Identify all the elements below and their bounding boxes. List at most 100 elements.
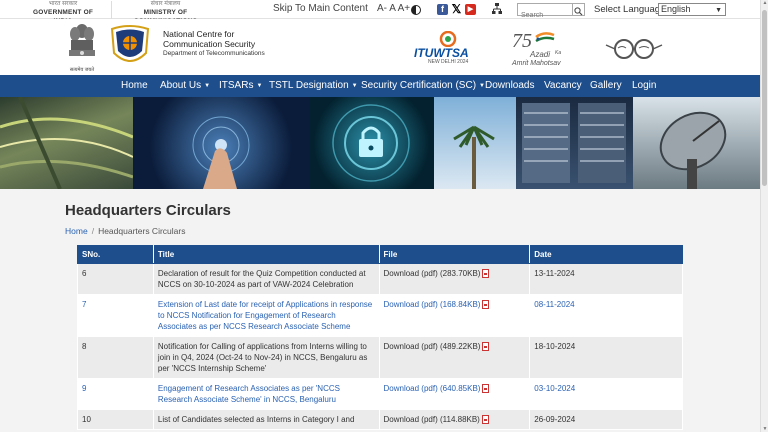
digital-touch-image — [192, 116, 250, 189]
itu-wtsa-text: ITUWTSA — [414, 46, 469, 60]
satellite-dish-image — [659, 111, 727, 189]
emblem-caption: सत्यमेव जयते — [69, 67, 95, 73]
breadcrumb-current: Headquarters Circulars — [98, 226, 186, 236]
nav-vacancy[interactable]: Vacancy — [544, 80, 582, 91]
scroll-down-icon[interactable]: ▼ — [762, 426, 768, 432]
download-link[interactable]: Download (pdf) (283.70KB) — [384, 269, 481, 278]
table-row: 6 Declaration of result for the Quiz Com… — [77, 263, 683, 295]
scroll-up-icon[interactable]: ▲ — [762, 0, 768, 6]
banner-panel-touch-finger — [133, 97, 309, 189]
nav-gallery[interactable]: Gallery — [590, 80, 622, 91]
cell-sno: 8 — [77, 336, 154, 379]
facebook-icon[interactable]: f — [437, 4, 448, 15]
svg-text:75: 75 — [512, 30, 532, 51]
itu-wtsa-logo[interactable]: ITUWTSA NEW DELHI 2024 — [414, 30, 480, 65]
banner-panel-server-rack — [516, 97, 633, 189]
nccs-logo[interactable] — [108, 23, 152, 71]
top-utility-bar: भारत सरकार GOVERNMENT OF INDIA संचार मंत… — [0, 0, 760, 26]
x-twitter-icon[interactable]: 𝕏 — [451, 3, 462, 15]
table-row: 9 Engagement of Research Associates as p… — [77, 378, 683, 410]
nav-home-label: Home — [121, 80, 148, 91]
ministry-hindi: संचार मंत्रालय — [150, 1, 181, 7]
pdf-icon — [482, 269, 490, 278]
hero-banner — [0, 97, 760, 189]
banner-panel-telecom-tower — [434, 97, 516, 189]
pdf-icon — [481, 415, 489, 424]
itu-wtsa-subtext: NEW DELHI 2024 — [428, 59, 469, 65]
nav-login-label: Login — [632, 80, 657, 91]
itu-wheel-icon — [439, 30, 457, 48]
cell-date: 18-10-2024 — [529, 336, 683, 379]
org-line-2: Communication Security — [163, 39, 256, 49]
server-rack-image — [522, 103, 626, 183]
breadcrumb-home-link[interactable]: Home — [65, 226, 88, 236]
download-link[interactable]: Download (pdf) (168.84KB) — [384, 300, 481, 309]
nav-gallery-label: Gallery — [590, 80, 622, 91]
banner-panel-security-lock — [309, 97, 434, 189]
circulars-table: SNo. Title File Date 6 Declaration of re… — [77, 245, 683, 430]
download-link[interactable]: Download (pdf) (640.85KB) — [384, 384, 481, 393]
search-button[interactable] — [572, 4, 584, 16]
cell-title: Declaration of result for the Quiz Compe… — [152, 263, 380, 295]
nav-itsars-label: ITSARs — [219, 80, 254, 91]
language-label: Select Language: — [594, 4, 668, 15]
contrast-icon[interactable] — [411, 5, 421, 15]
ka-text: Ka — [555, 50, 562, 56]
pdf-icon — [482, 300, 490, 309]
org-department: Department of Telecommunications — [163, 50, 265, 57]
nav-downloads-label: Downloads — [485, 80, 535, 91]
azadi-text: Azadi — [530, 50, 551, 59]
page-scrollbar[interactable]: ▲ ▼ — [760, 0, 768, 432]
swachh-bharat-logo[interactable] — [604, 35, 664, 63]
skip-to-main-link[interactable]: Skip To Main Content — [273, 3, 368, 14]
caret-down-icon: ▼ — [204, 83, 211, 89]
page-title: Headquarters Circulars — [65, 202, 231, 219]
amrit-mahotsav-text: Amrit Mahotsav — [512, 60, 561, 67]
table-row: 10 List of Candidates selected as Intern… — [77, 409, 683, 430]
banner-panel-satellite-dish — [633, 97, 760, 189]
search-icon — [574, 7, 583, 16]
cell-sno: 7 — [77, 294, 154, 337]
cell-title: Extension of Last date for receipt of Ap… — [152, 294, 380, 337]
column-header-file: File — [378, 245, 531, 264]
ashoka-emblem-icon — [69, 24, 95, 56]
column-header-date: Date — [529, 245, 683, 264]
banner-panel-network-cables — [0, 97, 133, 189]
site-header: सत्यमेव जयते National Centre for Communi… — [0, 19, 760, 75]
pdf-icon — [482, 342, 490, 351]
cell-date: 03-10-2024 — [529, 378, 683, 410]
nav-vacancy-label: Vacancy — [544, 80, 582, 91]
org-line-1: National Centre for — [163, 29, 235, 39]
nav-login[interactable]: Login — [632, 80, 656, 91]
column-header-sno: SNo. — [77, 245, 154, 264]
azadi-ka-amrit-mahotsav-logo[interactable]: 75 Azadi Ka Amrit Mahotsav — [510, 29, 572, 69]
table-header-row: SNo. Title File Date — [77, 245, 683, 264]
nav-downloads[interactable]: Downloads — [485, 80, 534, 91]
breadcrumb-separator: / — [91, 226, 95, 236]
organisation-name: National Centre for Communication Securi… — [163, 29, 265, 57]
sitemap-icon[interactable] — [492, 3, 502, 15]
nav-home[interactable]: Home — [121, 80, 148, 91]
national-emblem[interactable]: सत्यमेव जयते — [64, 21, 100, 73]
cell-title: Notification for Calling of applications… — [152, 336, 380, 379]
cell-file: Download (pdf) (168.84KB) — [378, 294, 531, 337]
cell-date: 08-11-2024 — [529, 294, 683, 337]
main-navigation: Home About Us ▼ ITSARs ▼ TSTL Designation ▼… — [0, 75, 760, 97]
youtube-icon[interactable]: ▶ — [465, 4, 476, 15]
font-size-controls[interactable]: A- A A+ — [377, 3, 410, 14]
caret-down-icon: ▼ — [256, 83, 263, 89]
cell-sno: 9 — [77, 378, 154, 410]
nav-about-us[interactable]: About Us ▼ — [160, 80, 210, 91]
breadcrumb: Home / Headquarters Circulars — [65, 226, 185, 236]
cell-sno: 10 — [77, 409, 154, 430]
download-link[interactable]: Download (pdf) (489.22KB) — [384, 342, 481, 351]
nav-tstl-designation[interactable]: TSTL Designation ▼ — [269, 80, 358, 91]
nav-security-certification[interactable]: Security Certification (SC) ▼ — [361, 80, 485, 91]
language-selected-value: English — [661, 4, 691, 14]
caret-down-icon: ▼ — [351, 83, 358, 89]
nav-itsars[interactable]: ITSARs ▼ — [219, 80, 262, 91]
language-select[interactable]: English ▼ — [658, 3, 726, 16]
cell-sno: 6 — [77, 263, 154, 295]
download-link[interactable]: Download (pdf) (114.88KB) — [384, 415, 480, 424]
scrollbar-thumb[interactable] — [762, 10, 767, 186]
